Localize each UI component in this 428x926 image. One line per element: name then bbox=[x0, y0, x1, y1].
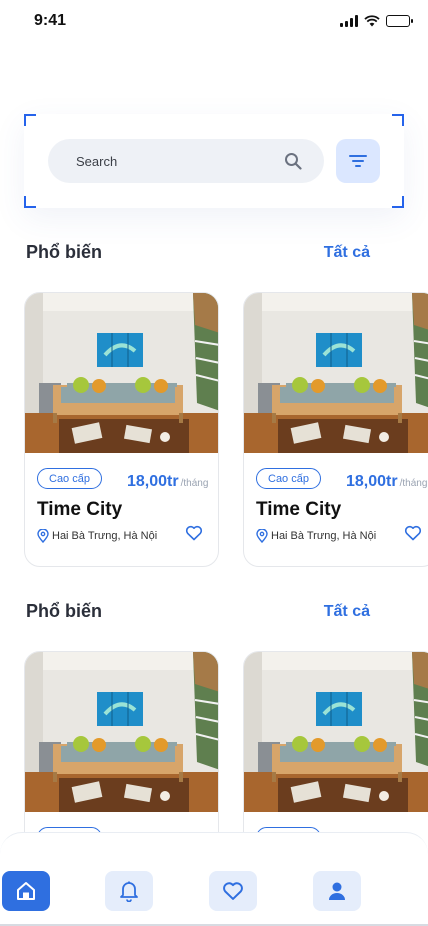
home-icon bbox=[17, 882, 35, 900]
property-address: Hai Bà Trưng, Hà Nội bbox=[256, 529, 376, 543]
see-all-link[interactable]: Tất cả bbox=[324, 244, 370, 262]
price: 18,00tr/tháng bbox=[127, 473, 208, 491]
bell-icon bbox=[120, 881, 138, 902]
property-name: Time City bbox=[256, 499, 342, 520]
nav-profile-button[interactable] bbox=[313, 871, 361, 911]
filter-icon bbox=[349, 155, 367, 167]
status-bar: 9:41 bbox=[0, 0, 428, 44]
status-icons bbox=[340, 15, 413, 27]
status-time: 9:41 bbox=[34, 12, 67, 29]
price-unit: /tháng bbox=[399, 478, 428, 489]
location-pin-icon bbox=[37, 529, 49, 543]
price-unit: /tháng bbox=[180, 478, 209, 489]
location-pin-icon bbox=[256, 529, 268, 543]
heart-icon bbox=[223, 882, 243, 900]
search-panel bbox=[24, 114, 404, 208]
section-title: Phổ biến bbox=[26, 242, 102, 262]
section-header-popular: Phổ biến Tất cả bbox=[26, 242, 370, 263]
price-value: 18,00tr bbox=[346, 473, 398, 490]
address-text: Hai Bà Trưng, Hà Nội bbox=[271, 530, 377, 542]
search-bar[interactable] bbox=[48, 139, 324, 183]
property-card[interactable]: Cao cấp 18,00tr/tháng Time City Hai Bà T… bbox=[243, 292, 428, 567]
price-value: 18,00tr bbox=[127, 473, 179, 490]
user-icon bbox=[329, 882, 345, 900]
property-photo bbox=[244, 652, 428, 812]
category-badge: Cao cấp bbox=[37, 468, 102, 489]
address-text: Hai Bà Trưng, Hà Nội bbox=[52, 530, 158, 542]
filter-button[interactable] bbox=[336, 139, 380, 183]
battery-icon bbox=[386, 15, 413, 27]
see-all-link[interactable]: Tất cả bbox=[324, 603, 370, 621]
section-header-popular: Phổ biến Tất cả bbox=[26, 601, 370, 622]
property-photo bbox=[25, 293, 218, 453]
favorite-heart-icon[interactable] bbox=[404, 524, 422, 542]
section-title: Phổ biến bbox=[26, 601, 102, 621]
category-badge: Cao cấp bbox=[256, 468, 321, 489]
nav-notifications-button[interactable] bbox=[105, 871, 153, 911]
search-icon[interactable] bbox=[284, 152, 302, 170]
property-address: Hai Bà Trưng, Hà Nội bbox=[37, 529, 157, 543]
property-photo bbox=[25, 652, 218, 812]
search-input[interactable] bbox=[76, 153, 284, 169]
bottom-navigation bbox=[0, 832, 428, 926]
nav-favorites-button[interactable] bbox=[209, 871, 257, 911]
cellular-signal-icon bbox=[340, 15, 358, 27]
app-screen: 9:41 Search Phổ biến Tất cả Cao cấp 18,0… bbox=[0, 0, 428, 926]
wifi-icon bbox=[364, 15, 380, 27]
nav-home-button[interactable] bbox=[2, 871, 50, 911]
property-photo bbox=[244, 293, 428, 453]
price: 18,00tr/tháng bbox=[346, 473, 427, 491]
property-card[interactable]: Cao cấp 18,00tr/tháng Time City Hai Bà T… bbox=[24, 292, 219, 567]
favorite-heart-icon[interactable] bbox=[185, 524, 203, 542]
property-name: Time City bbox=[37, 499, 123, 520]
